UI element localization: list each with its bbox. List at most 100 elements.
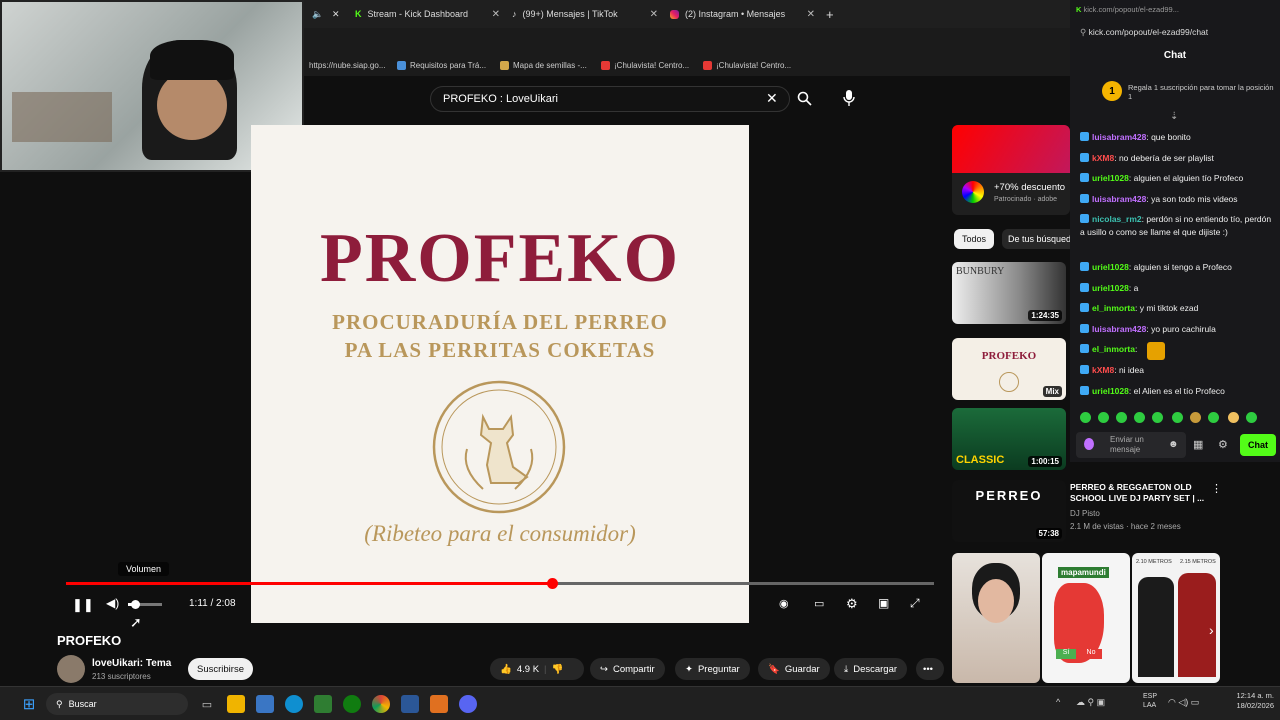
autoplay-toggle-icon[interactable]: ◉	[779, 597, 789, 610]
gift-banner[interactable]: Regala 1 suscripción para tomar la posic…	[1128, 83, 1278, 101]
taskbar-search[interactable]: ⚲ Buscar	[46, 693, 188, 715]
recommended-thumbnail[interactable]: BUNBURY 1:24:35	[952, 262, 1066, 324]
app-icon[interactable]	[314, 695, 332, 713]
chat-username[interactable]: uriel1028	[1092, 262, 1129, 272]
badge-icon	[1080, 194, 1089, 203]
dislike-icon[interactable]: 👎	[552, 664, 564, 675]
cursor-icon: ➚	[130, 614, 142, 630]
progress-bar[interactable]	[66, 578, 934, 589]
recommended-title[interactable]: PERREO & REGGAETON OLD SCHOOL LIVE DJ PA…	[1070, 482, 1210, 504]
adobe-logo-icon	[962, 181, 984, 203]
popout-url[interactable]: ⚲ kick.com/popout/el-ezad99/chat	[1080, 27, 1208, 38]
volume-slider[interactable]	[128, 600, 162, 609]
bookmark-item[interactable]: Mapa de semillas -...	[500, 61, 587, 70]
download-button[interactable]: ⤓ Descargar	[834, 658, 908, 680]
subscribe-button[interactable]: Suscribirse	[188, 658, 253, 680]
tray-chevron-icon[interactable]: ^	[1056, 697, 1060, 707]
chat-username[interactable]: uriel1028	[1092, 386, 1129, 396]
task-view-icon[interactable]: ▭	[198, 695, 216, 713]
chevron-right-icon[interactable]: ›	[1209, 622, 1214, 638]
new-tab-button[interactable]: +	[826, 4, 834, 24]
close-icon[interactable]: ✕	[650, 9, 658, 20]
short-thumbnail[interactable]	[952, 553, 1040, 683]
tray-icons[interactable]: ☁ ⚲ ▣	[1076, 697, 1105, 708]
chip-from-searches[interactable]: De tus búsqued	[1002, 229, 1070, 249]
save-button[interactable]: 🔖 Guardar	[758, 658, 830, 680]
channel-avatar[interactable]	[57, 655, 85, 683]
subtitles-icon[interactable]: ▭	[814, 597, 824, 610]
recommended-thumbnail[interactable]: CLASSIC 1:00:15	[952, 408, 1066, 470]
pause-icon[interactable]: ❚❚	[72, 597, 94, 613]
chat-username[interactable]: el_inmorta	[1092, 344, 1135, 354]
network-volume-icons[interactable]: ◠ ◁) ▭	[1168, 697, 1199, 708]
channel-name[interactable]: loveUikari: Tema	[92, 658, 171, 669]
chat-input[interactable]: Enviar un mensaje ☻	[1076, 432, 1186, 458]
gift-icon[interactable]: ▦	[1193, 438, 1203, 451]
bookmark-item[interactable]: Requisitos para Trá...	[397, 61, 486, 70]
xbox-icon[interactable]	[343, 695, 361, 713]
chat-username[interactable]: uriel1028	[1092, 173, 1129, 183]
tab-tiktok[interactable]: ♪ (99+) Mensajes | TikTok ✕	[512, 4, 658, 24]
video-frame[interactable]: PROFEKO PROCURADURÍA DEL PERREO PA LAS P…	[251, 125, 749, 623]
chat-username[interactable]: nicolas_rm2	[1092, 214, 1142, 224]
close-tab-muted[interactable]: ✕	[332, 4, 340, 24]
chat-username[interactable]: kXM8	[1092, 365, 1114, 375]
recommended-channel[interactable]: DJ Pisto	[1070, 509, 1100, 518]
chip-all[interactable]: Todos	[954, 229, 995, 249]
file-explorer-icon[interactable]	[227, 695, 245, 713]
clear-search-icon[interactable]: ✕	[766, 90, 778, 107]
chat-username[interactable]: luisabram428	[1092, 324, 1146, 334]
discord-icon[interactable]	[459, 695, 477, 713]
short-thumbnail[interactable]: mapamundi Sí No	[1042, 553, 1130, 683]
like-icon[interactable]: 👍	[500, 664, 512, 675]
more-vert-icon[interactable]: ⋮	[1211, 482, 1222, 495]
tab-kick-dashboard[interactable]: K Stream - Kick Dashboard ✕	[355, 4, 500, 24]
app-icon[interactable]	[401, 695, 419, 713]
chat-send-button[interactable]: Chat	[1240, 434, 1276, 456]
chat-settings-icon[interactable]: ⚙	[1218, 438, 1228, 451]
chat-username[interactable]: kXM8	[1092, 153, 1114, 163]
chat-username[interactable]: el_inmorta	[1092, 303, 1135, 313]
duration-badge: 1:00:15	[1028, 456, 1062, 467]
emoji-icon[interactable]: ☻	[1168, 439, 1179, 450]
ad-card[interactable]: +70% descuento Patrocinado · adobe	[952, 125, 1070, 215]
recommended-thumbnail[interactable]: PERREO 57:38	[952, 480, 1066, 542]
bookmark-item[interactable]: https://nube.siap.go...	[309, 61, 386, 70]
chat-username[interactable]: uriel1028	[1092, 283, 1129, 293]
share-button[interactable]: ↪ Compartir	[590, 658, 665, 680]
chat-message: el_inmorta: y mi tiktok ezad	[1080, 302, 1275, 315]
windows-start-icon[interactable]: ⊞	[20, 695, 38, 713]
bookmark-item[interactable]: ¡Chulavista! Centro...	[703, 61, 791, 70]
more-options-icon[interactable]: •••	[916, 658, 944, 680]
theater-mode-icon[interactable]: ▣	[878, 596, 889, 610]
microphone-icon[interactable]	[843, 90, 855, 106]
close-icon[interactable]: ✕	[492, 9, 500, 20]
pin-icon[interactable]: ⇣	[1170, 111, 1178, 122]
chat-title: Chat	[1163, 50, 1187, 61]
user-badge-icon	[1084, 438, 1094, 450]
close-icon[interactable]: ✕	[807, 9, 815, 20]
tab-instagram[interactable]: (2) Instagram • Mensajes ✕	[670, 4, 815, 24]
app-icon[interactable]	[430, 695, 448, 713]
audio-icon[interactable]: 🔈	[312, 4, 323, 24]
ask-button[interactable]: ✦ Preguntar	[675, 658, 750, 680]
chat-username[interactable]: luisabram428	[1092, 132, 1146, 142]
chat-username[interactable]: luisabram428	[1092, 194, 1146, 204]
chat-message: luisabram428: ya son todo mis videos	[1080, 193, 1275, 206]
chrome-icon[interactable]	[372, 695, 390, 713]
face	[157, 70, 227, 140]
language-indicator[interactable]: ESP LAA	[1143, 692, 1157, 710]
recommended-thumbnail[interactable]: PROFEKO Mix	[952, 338, 1066, 400]
settings-gear-icon[interactable]: ⚙	[846, 596, 858, 612]
short-thumbnail[interactable]: 2.10 METROS 2.15 METROS	[1132, 553, 1220, 683]
like-count[interactable]: 4.9 K	[517, 664, 539, 675]
edge-icon[interactable]	[285, 695, 303, 713]
progress-scrubber[interactable]	[547, 578, 559, 589]
clock[interactable]: 12:14 a. m. 18/02/2026	[1228, 691, 1274, 711]
volume-icon[interactable]: ◀)	[106, 596, 119, 610]
store-icon[interactable]	[256, 695, 274, 713]
bookmark-item[interactable]: ¡Chulavista! Centro...	[601, 61, 689, 70]
search-icon[interactable]	[797, 91, 812, 106]
fullscreen-icon[interactable]: ⤢	[910, 596, 920, 611]
search-input[interactable]: PROFEKO : LoveUikari	[430, 86, 790, 112]
